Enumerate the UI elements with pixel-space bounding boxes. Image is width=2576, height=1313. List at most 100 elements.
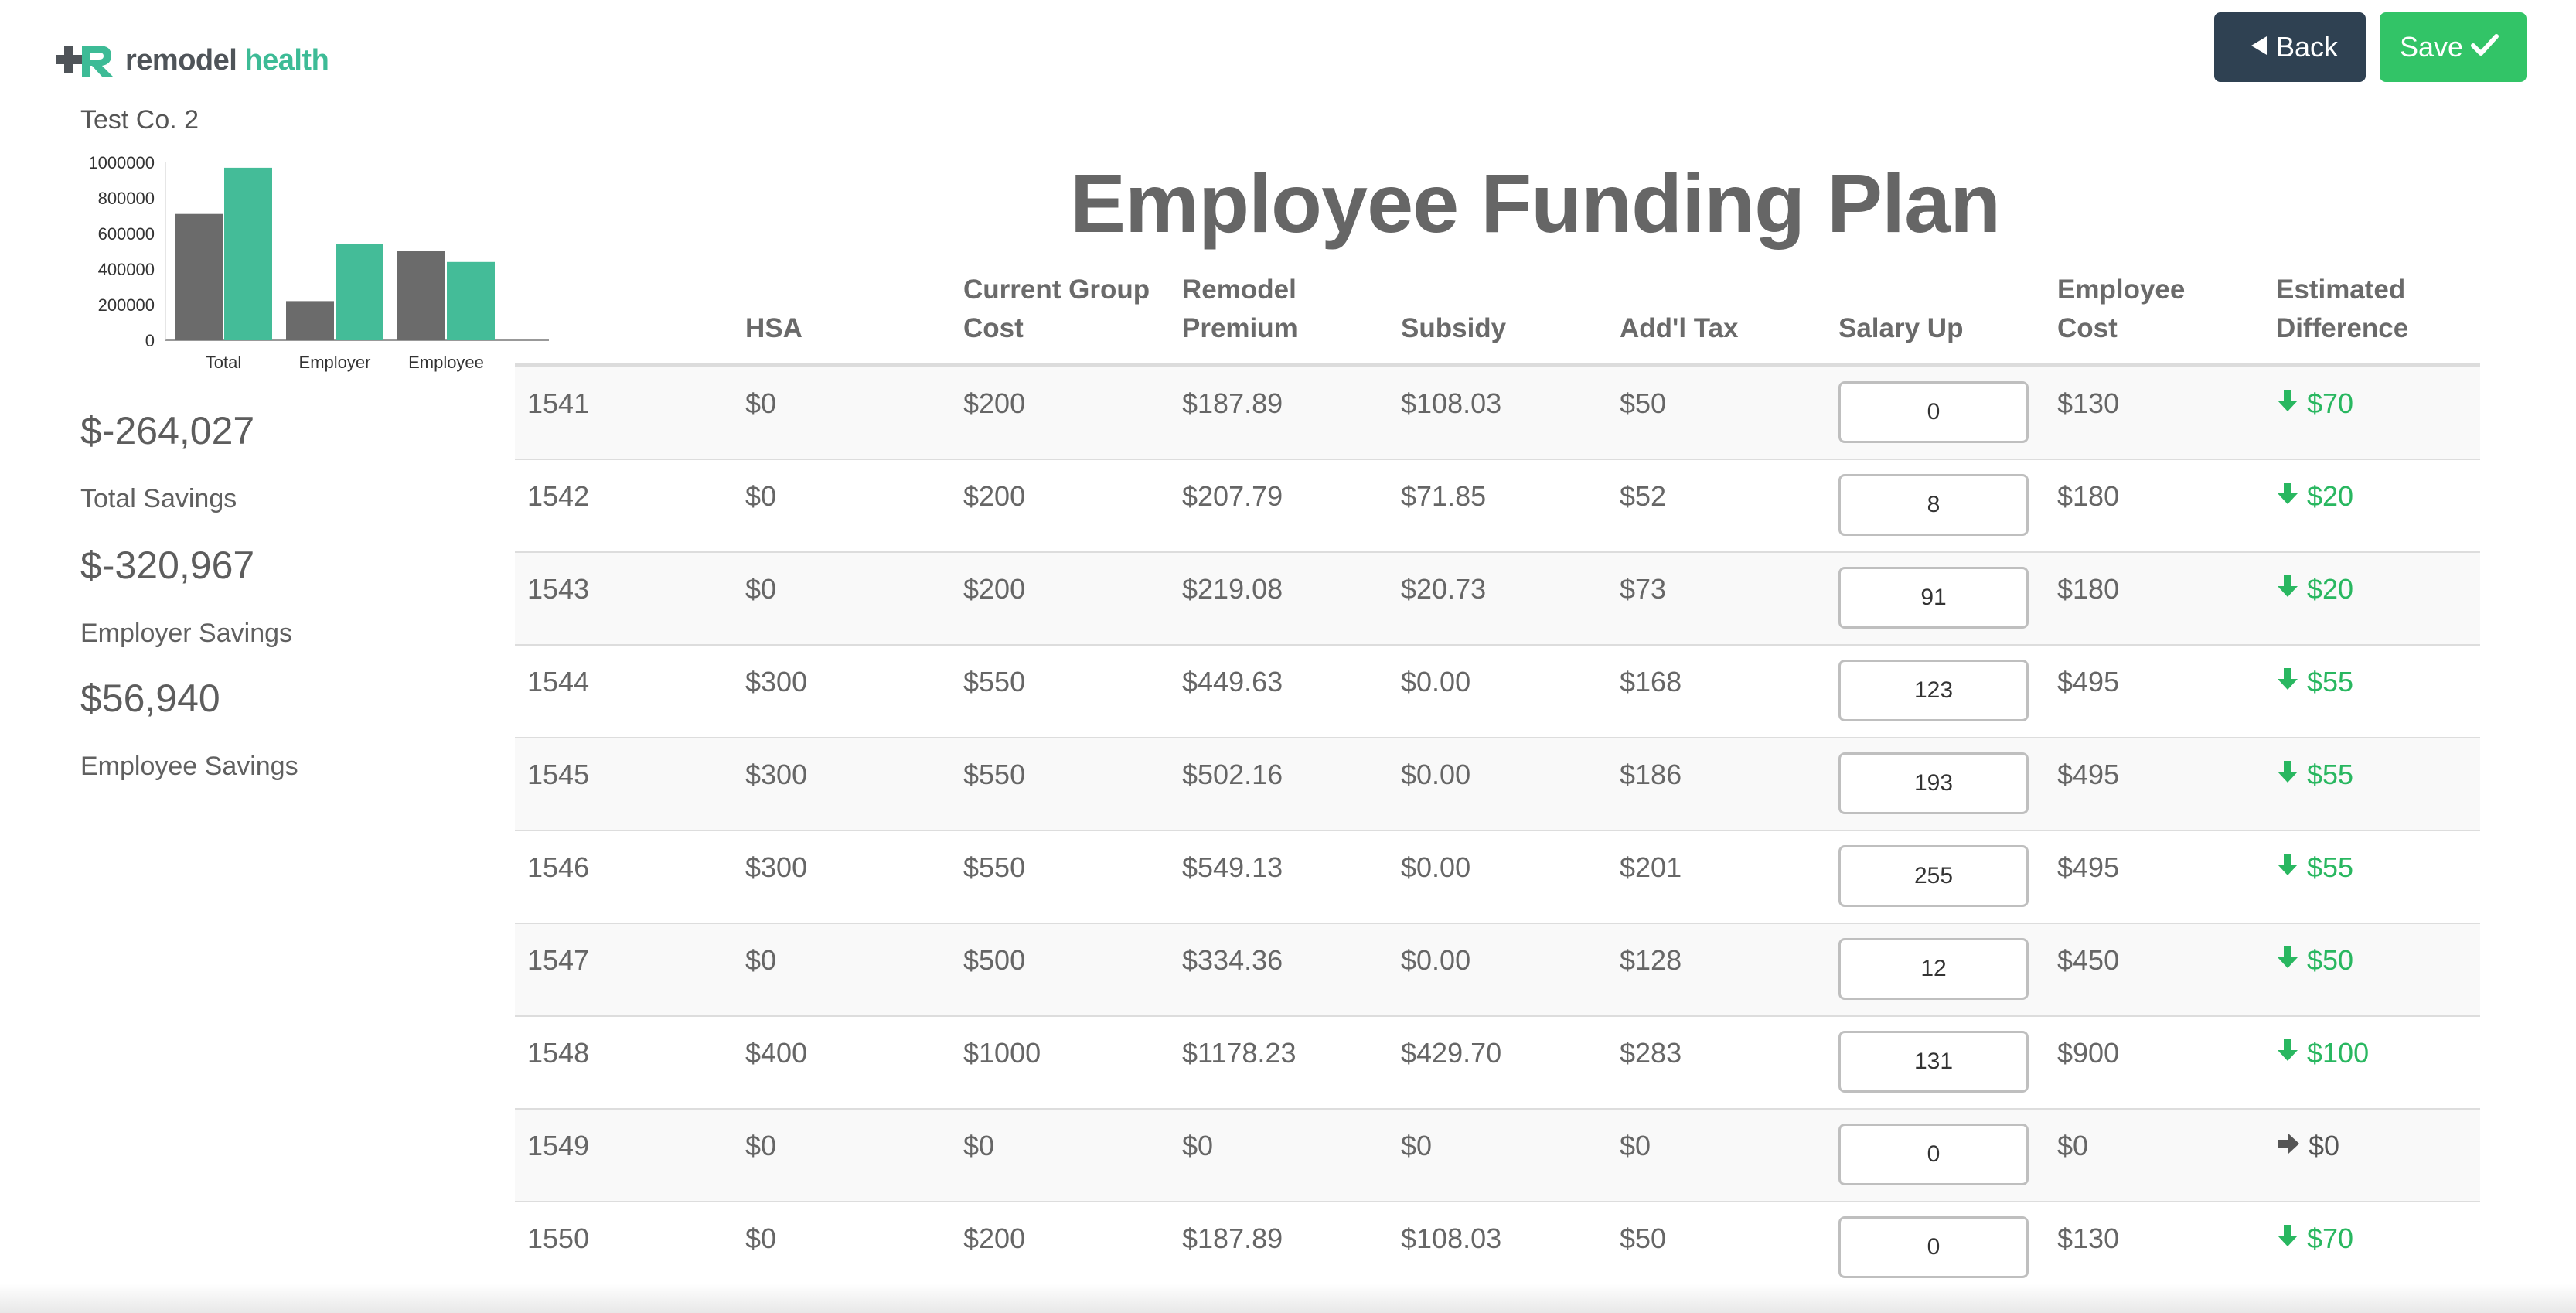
column-header: Salary Up xyxy=(1826,271,2045,367)
bar-employee-1 xyxy=(447,261,495,340)
arrow-down-icon xyxy=(2276,573,2307,605)
cell-salary xyxy=(1826,459,2045,553)
table-body: 1541$0$200$187.89$108.03$50$130$701542$0… xyxy=(515,365,2480,1295)
bottom-shadow xyxy=(0,1284,2576,1313)
y-tick-label: 800000 xyxy=(98,189,155,208)
column-header: Current Group Cost xyxy=(951,271,1170,367)
arrow-down-icon xyxy=(2276,666,2307,698)
cell-cost: $495 xyxy=(2045,830,2264,924)
salary-up-input[interactable] xyxy=(1838,381,2029,443)
employer-savings-value: $-320,967 xyxy=(80,544,255,587)
cell-current: $550 xyxy=(951,738,1170,831)
back-button[interactable]: Back xyxy=(2214,12,2366,82)
difference-value: $20 xyxy=(2307,573,2354,605)
table-row: 1546$300$550$549.13$0.00$201 $495 $55 xyxy=(515,830,2480,924)
table-header-row: HSA Current Group Cost Remodel Premium Subsid… xyxy=(515,271,2480,367)
column-header xyxy=(515,271,733,367)
cell-premium: $207.79 xyxy=(1170,459,1389,553)
employee-savings-label: Employee Savings xyxy=(80,752,298,781)
cell-subsidy: $108.03 xyxy=(1389,365,1607,460)
cell-cost: $0 xyxy=(2045,1109,2264,1202)
salary-up-input[interactable] xyxy=(1838,1216,2029,1278)
cell-id: 1550 xyxy=(515,1202,733,1295)
salary-up-input[interactable] xyxy=(1838,845,2029,907)
arrow-down-icon xyxy=(2276,480,2307,513)
cell-current: $200 xyxy=(951,365,1170,460)
salary-up-input[interactable] xyxy=(1838,660,2029,721)
cell-tax: $283 xyxy=(1607,1016,1826,1110)
column-header: Remodel Premium xyxy=(1170,271,1389,367)
table-row: 1547$0$500$334.36$0.00$128 $450 $50 xyxy=(515,923,2480,1017)
cell-hsa: $300 xyxy=(733,738,951,831)
cell-premium: $187.89 xyxy=(1170,1202,1389,1295)
salary-up-input[interactable] xyxy=(1838,1031,2029,1093)
funding-plan-table: HSA Current Group Cost Remodel Premium Subsid… xyxy=(515,271,2480,1295)
y-tick-label: 0 xyxy=(145,331,155,350)
cell-tax: $186 xyxy=(1607,738,1826,831)
cell-difference: $55 xyxy=(2264,645,2480,738)
cell-cost: $900 xyxy=(2045,1016,2264,1110)
x-tick-label: Employer xyxy=(299,353,371,372)
cell-current: $550 xyxy=(951,645,1170,738)
cell-cost: $495 xyxy=(2045,738,2264,831)
cell-id: 1544 xyxy=(515,645,733,738)
difference-value: $55 xyxy=(2307,666,2354,697)
cell-tax: $201 xyxy=(1607,830,1826,924)
arrow-right-icon xyxy=(2276,1130,2309,1162)
bar-total-1 xyxy=(224,167,272,340)
cell-premium: $334.36 xyxy=(1170,923,1389,1017)
save-button[interactable]: Save xyxy=(2380,12,2527,82)
salary-up-input[interactable] xyxy=(1838,752,2029,814)
cell-subsidy: $0.00 xyxy=(1389,645,1607,738)
cell-salary xyxy=(1826,365,2045,460)
column-header: Subsidy xyxy=(1389,271,1607,367)
table-row: 1543$0$200$219.08$20.73$73 $180 $20 xyxy=(515,552,2480,646)
salary-up-input[interactable] xyxy=(1838,938,2029,1000)
checkmark-icon xyxy=(2471,31,2499,63)
arrow-down-icon xyxy=(2276,1037,2307,1069)
table-row: 1541$0$200$187.89$108.03$50 $130 $70 xyxy=(515,365,2480,460)
employee-savings-value: $56,940 xyxy=(80,677,220,720)
cell-id: 1545 xyxy=(515,738,733,831)
estimated-difference: $100 xyxy=(2276,1037,2468,1069)
cell-difference: $50 xyxy=(2264,923,2480,1017)
cell-id: 1548 xyxy=(515,1016,733,1110)
cell-id: 1547 xyxy=(515,923,733,1017)
arrow-down-icon xyxy=(2276,944,2307,977)
y-tick-label: 600000 xyxy=(98,224,155,244)
cell-hsa: $0 xyxy=(733,1202,951,1295)
cell-current: $200 xyxy=(951,459,1170,553)
y-tick-label: 1000000 xyxy=(88,153,155,172)
cell-hsa: $0 xyxy=(733,1109,951,1202)
estimated-difference: $55 xyxy=(2276,666,2468,698)
estimated-difference: $70 xyxy=(2276,1223,2468,1255)
cell-current: $0 xyxy=(951,1109,1170,1202)
salary-up-input[interactable] xyxy=(1838,567,2029,629)
brand-logo: remodel health xyxy=(56,40,329,80)
cell-premium: $1178.23 xyxy=(1170,1016,1389,1110)
cell-premium: $219.08 xyxy=(1170,552,1389,646)
cell-hsa: $400 xyxy=(733,1016,951,1110)
difference-value: $0 xyxy=(2309,1130,2340,1161)
difference-value: $70 xyxy=(2307,387,2354,419)
bar-employer-0 xyxy=(286,301,334,340)
cell-subsidy: $0.00 xyxy=(1389,830,1607,924)
cell-hsa: $0 xyxy=(733,365,951,460)
difference-value: $20 xyxy=(2307,480,2354,512)
cell-id: 1546 xyxy=(515,830,733,924)
cell-subsidy: $71.85 xyxy=(1389,459,1607,553)
difference-value: $55 xyxy=(2307,851,2354,883)
salary-up-input[interactable] xyxy=(1838,474,2029,536)
table-row: 1542$0$200$207.79$71.85$52 $180 $20 xyxy=(515,459,2480,553)
page-title: Employee Funding Plan xyxy=(1070,156,2001,250)
column-header: Employee Cost xyxy=(2045,271,2264,367)
arrow-down-icon xyxy=(2276,1223,2307,1255)
cell-subsidy: $20.73 xyxy=(1389,552,1607,646)
cell-hsa: $300 xyxy=(733,830,951,924)
brand-name: remodel health xyxy=(125,43,329,77)
salary-up-input[interactable] xyxy=(1838,1124,2029,1185)
cell-subsidy: $0.00 xyxy=(1389,738,1607,831)
cell-salary xyxy=(1826,1109,2045,1202)
cell-cost: $130 xyxy=(2045,1202,2264,1295)
cell-premium: $0 xyxy=(1170,1109,1389,1202)
